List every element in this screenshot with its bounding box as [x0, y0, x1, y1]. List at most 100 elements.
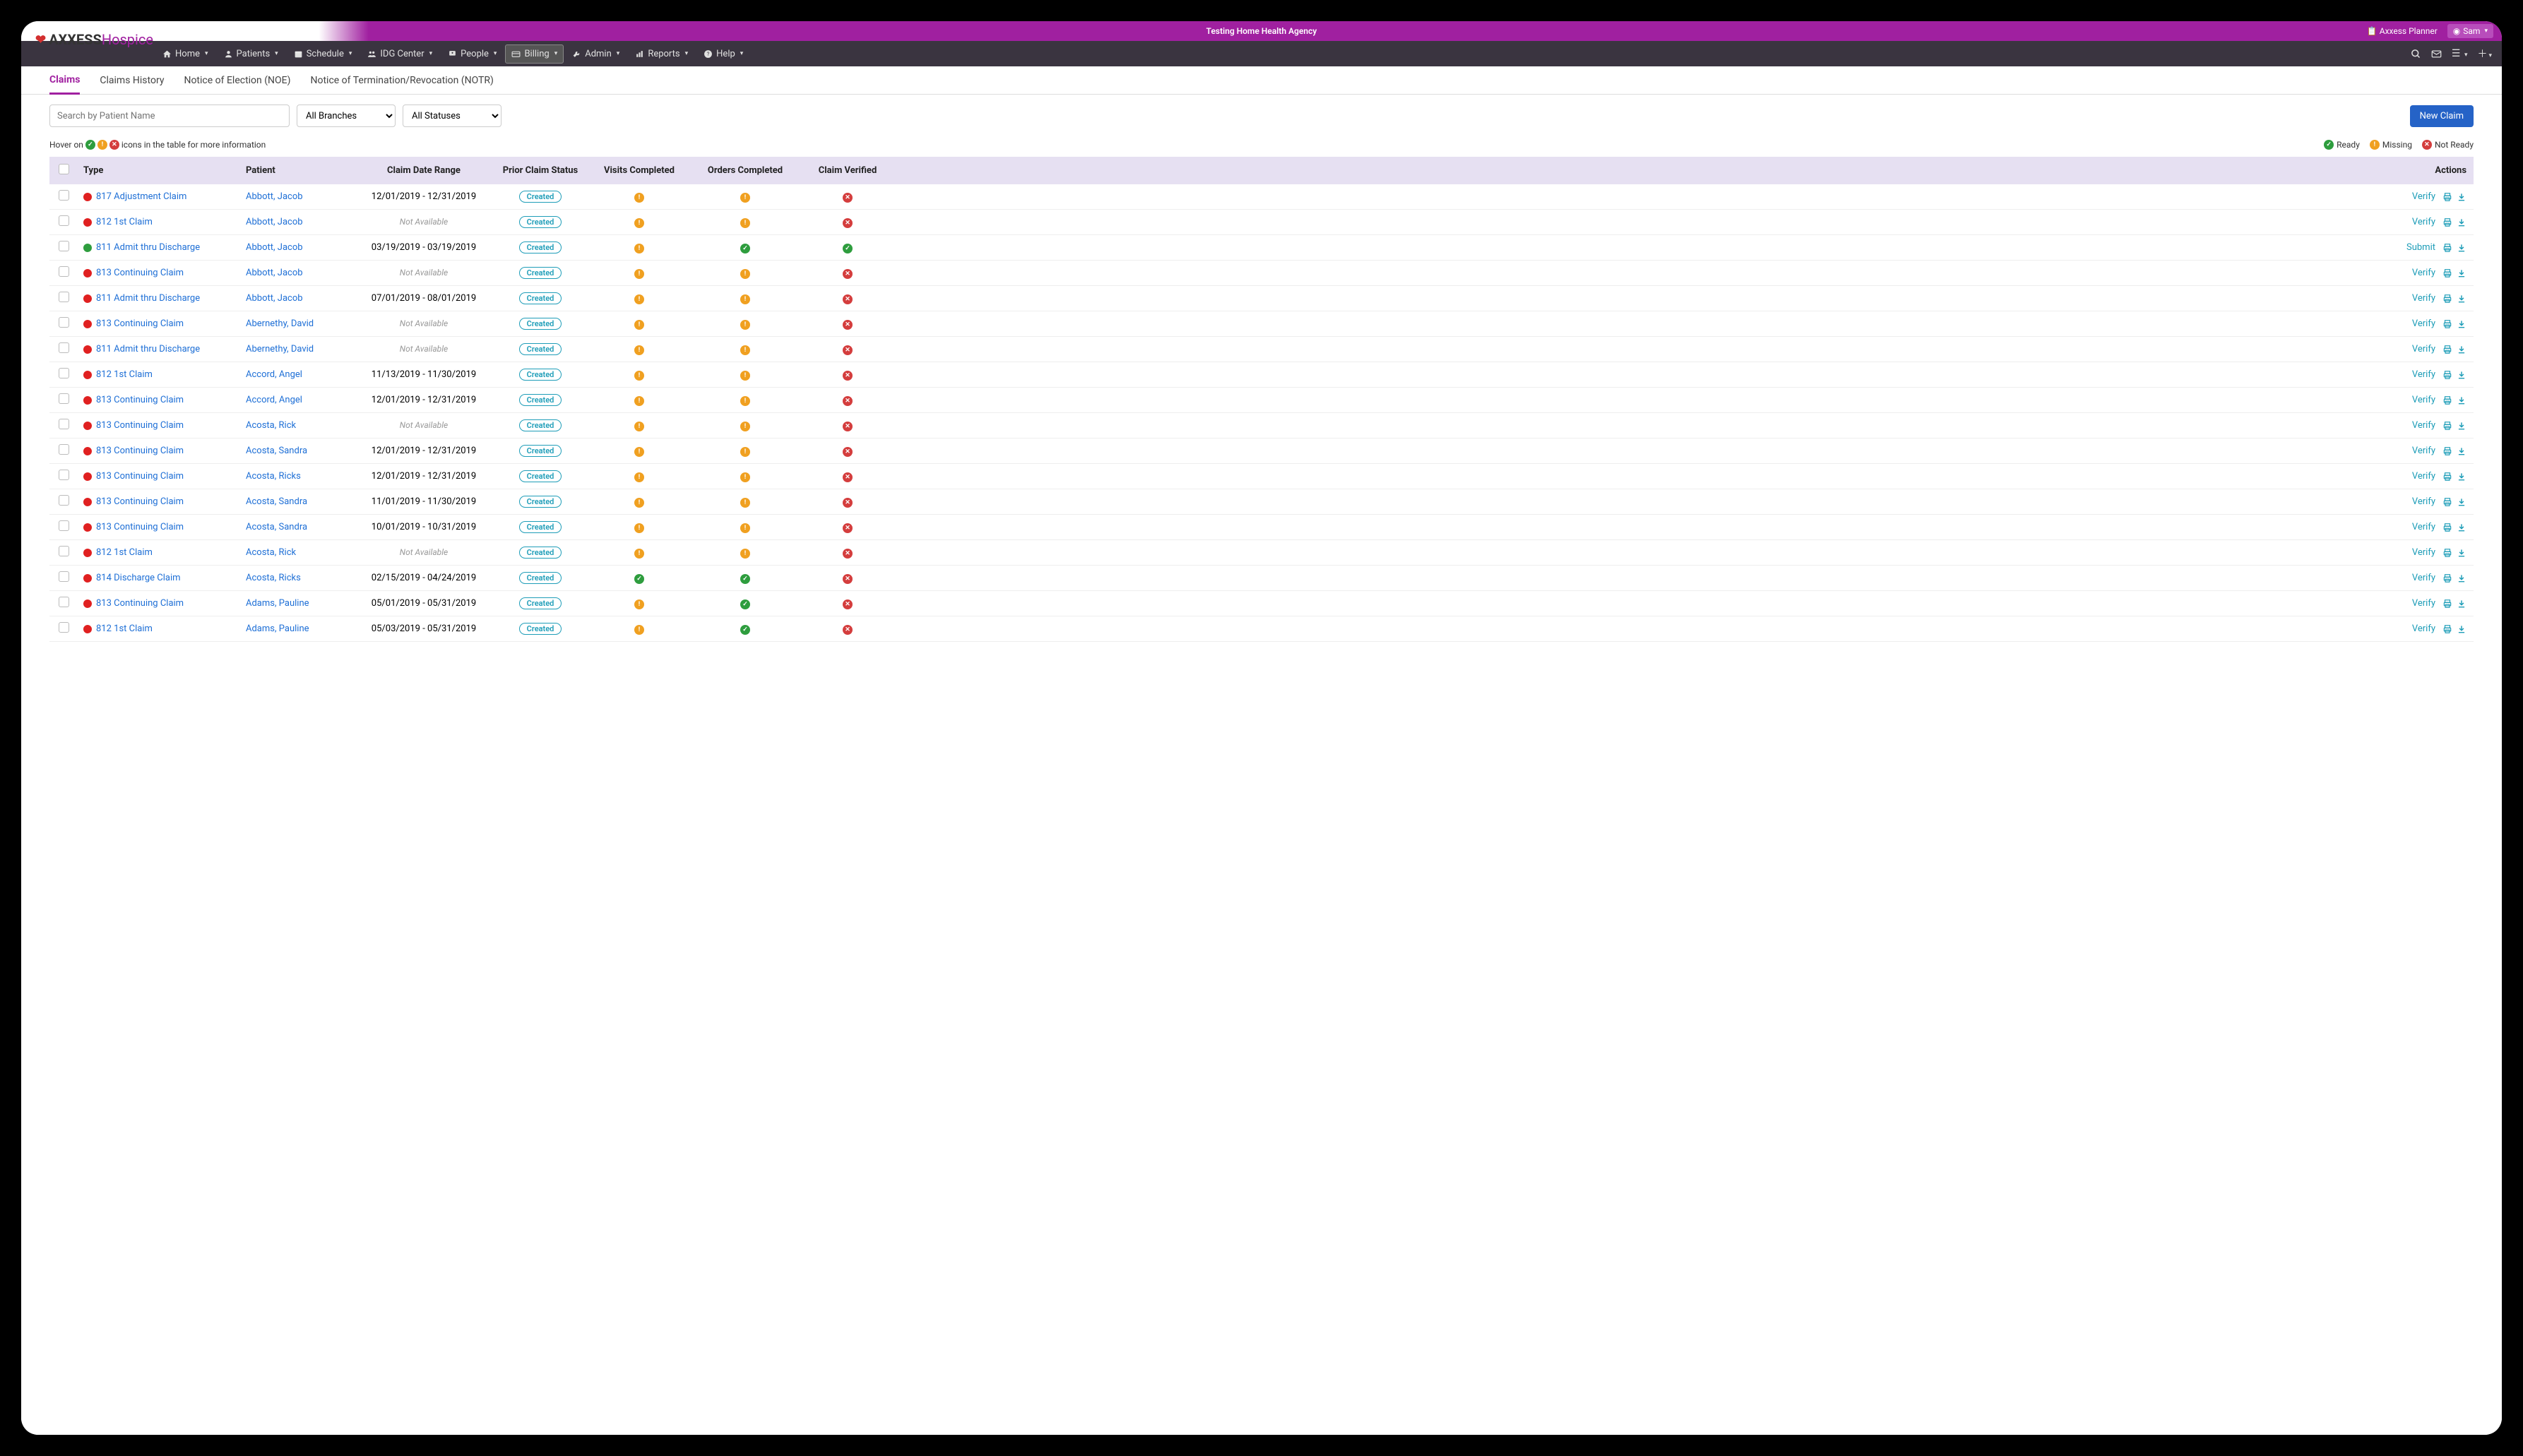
- tab-notice-of-election-noe-[interactable]: Notice of Election (NOE): [184, 68, 290, 93]
- claim-type-link[interactable]: 811 Admit thru Discharge: [96, 293, 200, 304]
- patient-link[interactable]: Acosta, Sandra: [246, 446, 307, 456]
- download-icon[interactable]: [2457, 496, 2466, 507]
- verify-link[interactable]: Verify: [2412, 191, 2435, 202]
- nav-admin[interactable]: Admin▾: [565, 43, 627, 65]
- verify-link[interactable]: Verify: [2412, 217, 2435, 227]
- patient-link[interactable]: Acosta, Sandra: [246, 496, 307, 507]
- claim-type-link[interactable]: 812 1st Claim: [96, 369, 153, 380]
- print-icon[interactable]: [2442, 623, 2452, 634]
- patient-link[interactable]: Acosta, Ricks: [246, 471, 301, 482]
- row-checkbox[interactable]: [59, 520, 69, 531]
- row-checkbox[interactable]: [59, 190, 69, 201]
- nav-billing[interactable]: Billing▾: [505, 44, 564, 64]
- verify-link[interactable]: Verify: [2412, 446, 2435, 456]
- nav-reports[interactable]: Reports▾: [628, 43, 695, 65]
- verify-link[interactable]: Verify: [2412, 471, 2435, 482]
- row-checkbox[interactable]: [59, 419, 69, 429]
- row-checkbox[interactable]: [59, 622, 69, 633]
- download-icon[interactable]: [2457, 242, 2466, 253]
- row-checkbox[interactable]: [59, 241, 69, 251]
- print-icon[interactable]: [2442, 420, 2452, 431]
- col-verified[interactable]: Claim Verified: [798, 157, 897, 184]
- row-checkbox[interactable]: [59, 342, 69, 353]
- claim-type-link[interactable]: 813 Continuing Claim: [96, 446, 184, 456]
- col-visits[interactable]: Visits Completed: [586, 157, 692, 184]
- row-checkbox[interactable]: [59, 215, 69, 226]
- col-prior-status[interactable]: Prior Claim Status: [494, 157, 586, 184]
- claim-type-link[interactable]: 813 Continuing Claim: [96, 318, 184, 329]
- download-icon[interactable]: [2457, 573, 2466, 583]
- claim-type-link[interactable]: 811 Admit thru Discharge: [96, 344, 200, 354]
- claim-type-link[interactable]: 813 Continuing Claim: [96, 522, 184, 532]
- claim-type-link[interactable]: 813 Continuing Claim: [96, 471, 184, 482]
- print-icon[interactable]: [2442, 344, 2452, 354]
- verify-link[interactable]: Verify: [2412, 420, 2435, 431]
- col-patient[interactable]: Patient: [240, 157, 353, 184]
- col-date-range[interactable]: Claim Date Range: [353, 157, 494, 184]
- select-all-checkbox[interactable]: [59, 164, 69, 174]
- row-checkbox[interactable]: [59, 470, 69, 480]
- download-icon[interactable]: [2457, 547, 2466, 558]
- patient-link[interactable]: Acosta, Ricks: [246, 573, 301, 583]
- user-menu[interactable]: ◉ Sam ▾: [2447, 24, 2493, 38]
- patient-link[interactable]: Acosta, Rick: [246, 547, 296, 558]
- col-orders[interactable]: Orders Completed: [692, 157, 798, 184]
- verify-link[interactable]: Verify: [2412, 318, 2435, 329]
- verify-link[interactable]: Verify: [2412, 344, 2435, 354]
- verify-link[interactable]: Verify: [2412, 268, 2435, 278]
- patient-link[interactable]: Abernethy, David: [246, 318, 314, 329]
- row-checkbox[interactable]: [59, 266, 69, 277]
- patient-link[interactable]: Accord, Angel: [246, 395, 302, 405]
- download-icon[interactable]: [2457, 217, 2466, 227]
- row-checkbox[interactable]: [59, 597, 69, 607]
- patient-link[interactable]: Adams, Pauline: [246, 623, 309, 634]
- claim-type-link[interactable]: 813 Continuing Claim: [96, 268, 184, 278]
- download-icon[interactable]: [2457, 395, 2466, 405]
- print-icon[interactable]: [2442, 293, 2452, 304]
- claim-type-link[interactable]: 812 1st Claim: [96, 217, 153, 227]
- claim-type-link[interactable]: 812 1st Claim: [96, 547, 153, 558]
- row-checkbox[interactable]: [59, 393, 69, 404]
- print-icon[interactable]: [2442, 191, 2452, 202]
- claim-type-link[interactable]: 812 1st Claim: [96, 623, 153, 634]
- download-icon[interactable]: [2457, 344, 2466, 354]
- submit-link[interactable]: Submit: [2406, 242, 2435, 253]
- tab-notice-of-termination-revocation-notr-[interactable]: Notice of Termination/Revocation (NOTR): [311, 68, 494, 93]
- print-icon[interactable]: [2442, 471, 2452, 482]
- nav-schedule[interactable]: Schedule▾: [287, 43, 360, 65]
- patient-link[interactable]: Acosta, Sandra: [246, 522, 307, 532]
- nav-idg-center[interactable]: IDG Center▾: [360, 43, 439, 65]
- search-icon[interactable]: [2411, 48, 2421, 59]
- download-icon[interactable]: [2457, 446, 2466, 456]
- print-icon[interactable]: [2442, 446, 2452, 456]
- claim-type-link[interactable]: 813 Continuing Claim: [96, 395, 184, 405]
- nav-people[interactable]: People▾: [441, 43, 504, 65]
- download-icon[interactable]: [2457, 420, 2466, 431]
- download-icon[interactable]: [2457, 522, 2466, 532]
- status-select[interactable]: All Statuses: [403, 105, 501, 127]
- print-icon[interactable]: [2442, 369, 2452, 380]
- claim-type-link[interactable]: 811 Admit thru Discharge: [96, 242, 200, 253]
- nav-patients[interactable]: Patients▾: [217, 43, 285, 65]
- plus-icon[interactable]: ＋▾: [2477, 47, 2492, 61]
- download-icon[interactable]: [2457, 369, 2466, 380]
- row-checkbox[interactable]: [59, 546, 69, 556]
- verify-link[interactable]: Verify: [2412, 623, 2435, 634]
- nav-home[interactable]: Home▾: [155, 43, 215, 65]
- patient-link[interactable]: Abbott, Jacob: [246, 268, 303, 278]
- claim-type-link[interactable]: 813 Continuing Claim: [96, 598, 184, 609]
- claim-type-link[interactable]: 817 Adjustment Claim: [96, 191, 186, 202]
- patient-link[interactable]: Abbott, Jacob: [246, 191, 303, 202]
- claim-type-link[interactable]: 813 Continuing Claim: [96, 496, 184, 507]
- col-type[interactable]: Type: [78, 157, 240, 184]
- verify-link[interactable]: Verify: [2412, 598, 2435, 609]
- patient-link[interactable]: Abbott, Jacob: [246, 217, 303, 227]
- verify-link[interactable]: Verify: [2412, 369, 2435, 380]
- patient-link[interactable]: Abbott, Jacob: [246, 242, 303, 253]
- print-icon[interactable]: [2442, 217, 2452, 227]
- new-claim-button[interactable]: New Claim: [2410, 105, 2474, 127]
- row-checkbox[interactable]: [59, 292, 69, 302]
- print-icon[interactable]: [2442, 598, 2452, 609]
- download-icon[interactable]: [2457, 191, 2466, 202]
- patient-link[interactable]: Abbott, Jacob: [246, 293, 303, 304]
